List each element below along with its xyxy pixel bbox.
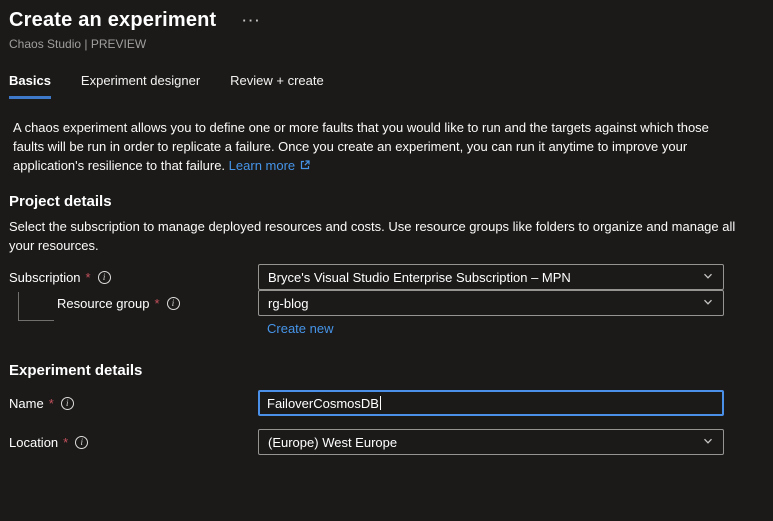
external-link-icon bbox=[299, 157, 311, 176]
tab-experiment-designer[interactable]: Experiment designer bbox=[81, 73, 200, 99]
info-icon[interactable]: i bbox=[167, 297, 180, 310]
subscription-label: Subscription * i bbox=[0, 270, 258, 285]
experiment-details-heading: Experiment details bbox=[9, 362, 773, 379]
tab-review-create[interactable]: Review + create bbox=[230, 73, 324, 99]
project-details-form: Subscription * i Bryce's Visual Studio E… bbox=[0, 264, 773, 338]
tab-basics[interactable]: Basics bbox=[9, 73, 51, 99]
intro-paragraph: A chaos experiment allows you to define … bbox=[13, 118, 739, 176]
required-asterisk: * bbox=[63, 435, 68, 450]
project-details-description: Select the subscription to manage deploy… bbox=[9, 217, 739, 255]
resource-group-row: Resource group * i rg-blog bbox=[0, 290, 773, 316]
location-selected-value: (Europe) West Europe bbox=[268, 435, 397, 450]
location-dropdown[interactable]: (Europe) West Europe bbox=[258, 429, 724, 455]
resource-group-connector-line bbox=[18, 292, 54, 321]
chevron-down-icon bbox=[702, 435, 714, 450]
location-row: Location * i (Europe) West Europe bbox=[0, 429, 773, 455]
name-input[interactable]: FailoverCosmosDB bbox=[258, 390, 724, 416]
text-cursor bbox=[380, 396, 381, 410]
resource-group-selected-value: rg-blog bbox=[268, 296, 308, 311]
info-icon[interactable]: i bbox=[61, 397, 74, 410]
required-asterisk: * bbox=[155, 296, 160, 311]
name-row: Name * i FailoverCosmosDB bbox=[0, 390, 773, 416]
required-asterisk: * bbox=[49, 396, 54, 411]
project-details-heading: Project details bbox=[9, 193, 773, 210]
subscription-row: Subscription * i Bryce's Visual Studio E… bbox=[0, 264, 773, 290]
info-icon[interactable]: i bbox=[75, 436, 88, 449]
learn-more-link[interactable]: Learn more bbox=[229, 158, 311, 173]
info-icon[interactable]: i bbox=[98, 271, 111, 284]
chevron-down-icon bbox=[702, 270, 714, 285]
experiment-details-form: Name * i FailoverCosmosDB Location * i (… bbox=[0, 390, 773, 455]
create-new-link[interactable]: Create new bbox=[267, 321, 333, 336]
required-asterisk: * bbox=[86, 270, 91, 285]
subscription-selected-value: Bryce's Visual Studio Enterprise Subscri… bbox=[268, 270, 571, 285]
breadcrumb-subtitle: Chaos Studio | PREVIEW bbox=[9, 37, 773, 51]
location-label: Location * i bbox=[0, 435, 258, 450]
wizard-tabs: Basics Experiment designer Review + crea… bbox=[9, 73, 773, 99]
name-label: Name * i bbox=[0, 396, 258, 411]
page-header: Create an experiment ··· Chaos Studio | … bbox=[0, 0, 773, 51]
more-options-icon[interactable]: ··· bbox=[242, 16, 261, 26]
name-input-value: FailoverCosmosDB bbox=[267, 396, 379, 411]
chevron-down-icon bbox=[702, 296, 714, 311]
intro-text: A chaos experiment allows you to define … bbox=[13, 120, 709, 173]
subscription-dropdown[interactable]: Bryce's Visual Studio Enterprise Subscri… bbox=[258, 264, 724, 290]
page-title: Create an experiment bbox=[9, 9, 216, 32]
resource-group-dropdown[interactable]: rg-blog bbox=[258, 290, 724, 316]
